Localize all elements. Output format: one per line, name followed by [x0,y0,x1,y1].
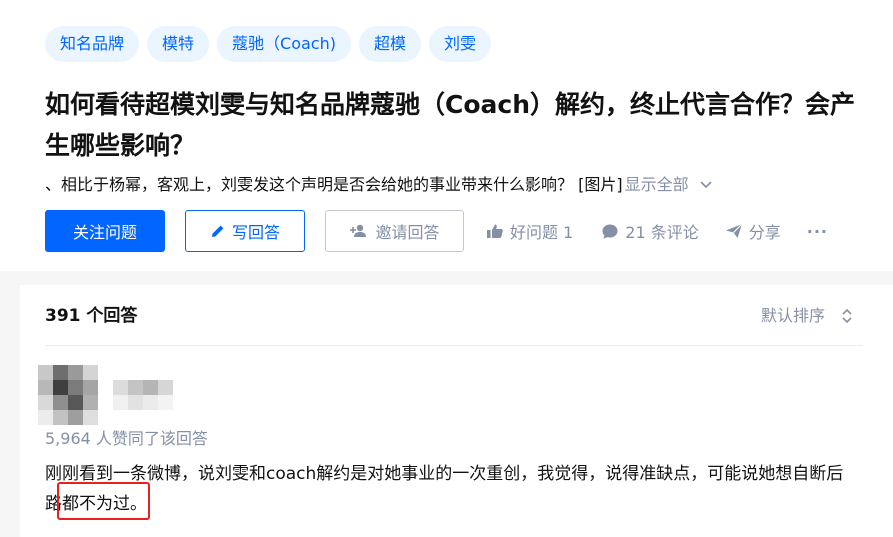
author-name-pixelated[interactable] [113,380,173,410]
share-label: 分享 [748,223,781,242]
avatar[interactable] [38,365,98,425]
topic-tag[interactable]: 模特 [147,26,210,62]
chevron-down-icon [700,181,712,189]
follow-question-label: 关注问题 [72,223,137,242]
answer-count: 391 个回答 [45,306,138,326]
good-question-button[interactable]: 好问题 1 [486,219,573,243]
question-actions: 关注问题 写回答 邀请回答 好问题 1 21 条评论 分享 ··· [45,210,828,252]
topic-tag[interactable]: 知名品牌 [45,26,140,62]
answer-author [38,365,173,425]
question-header-card: 知名品牌 模特 蔻驰（Coach) 超模 刘雯 如何看待超模刘雯与知名品牌蔻驰（… [0,0,893,271]
question-detail: 、相比于杨幂，客观上，刘雯发这个声明是否会给她的事业带来什么影响？ [图片] 显… [45,172,713,198]
invite-answer-label: 邀请回答 [375,223,440,242]
show-all-button[interactable]: 显示全部 [625,172,713,198]
topic-tag[interactable]: 刘雯 [429,26,492,62]
comment-bubble-icon [602,224,618,239]
pencil-icon [211,225,224,237]
like-count: 5,964 人赞同了该回答 [45,429,208,448]
sort-dropdown[interactable]: 默认排序 [761,303,853,329]
answers-header: 391 个回答 默认排序 [45,285,863,346]
question-detail-text: 、相比于杨幂，客观上，刘雯发这个声明是否会给她的事业带来什么影响？ [图片] [45,175,623,194]
sort-label: 默认排序 [760,306,825,325]
question-title: 如何看待超模刘雯与知名品牌蔻驰（Coach）解约，终止代言合作？会产生哪些影响？ [45,90,856,160]
write-answer-label: 写回答 [231,223,280,242]
add-user-icon [350,224,367,237]
invite-answer-button[interactable]: 邀请回答 [325,210,464,252]
more-options-button[interactable]: ··· [807,222,828,241]
topic-tags: 知名品牌 模特 蔻驰（Coach) 超模 刘雯 [45,26,492,62]
answer-content: 刚刚看到一条微博，说刘雯和coach解约是对她事业的一次重创，我觉得，说得准缺点… [45,464,844,514]
write-answer-button[interactable]: 写回答 [185,210,305,252]
share-button[interactable]: 分享 [725,219,781,243]
topic-tag[interactable]: 蔻驰（Coach) [217,26,351,62]
good-question-label: 好问题 1 [510,223,574,242]
answers-list-card: 391 个回答 默认排序 5,964 人赞同了该回答 刚刚看到一条微博，说刘雯和… [20,285,893,537]
up-down-chevron-icon [842,308,852,324]
show-all-label: 显示全部 [624,175,689,194]
thumbs-up-icon [487,224,503,238]
follow-question-button[interactable]: 关注问题 [45,210,165,252]
topic-tag[interactable]: 超模 [358,26,421,62]
comments-button[interactable]: 21 条评论 [601,219,699,243]
comments-label: 21 条评论 [625,223,699,242]
paper-plane-icon [725,223,743,238]
